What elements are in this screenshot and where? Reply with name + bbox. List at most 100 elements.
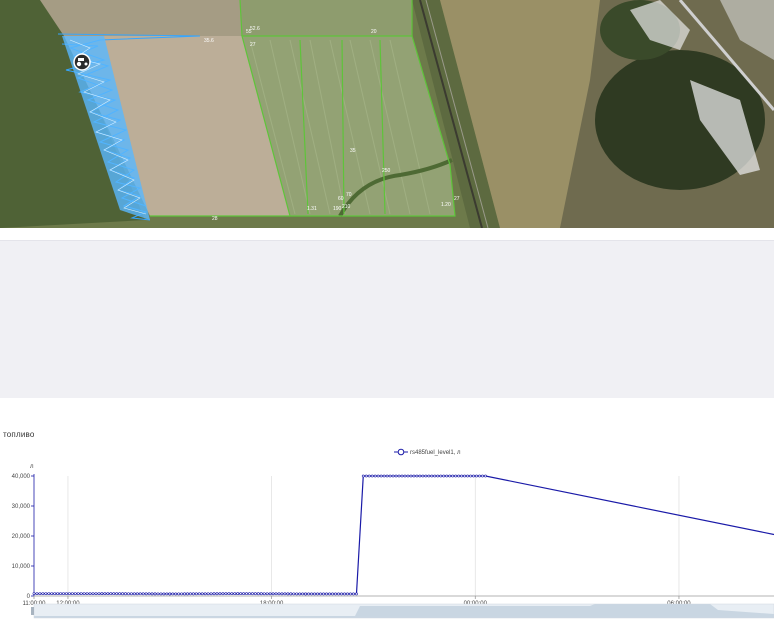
data-point[interactable] — [65, 592, 68, 596]
data-point[interactable] — [194, 592, 198, 596]
data-point[interactable] — [82, 592, 86, 596]
data-point[interactable] — [469, 474, 472, 478]
data-point[interactable] — [94, 592, 98, 596]
data-point[interactable] — [56, 592, 60, 596]
data-point[interactable] — [180, 592, 183, 596]
data-point[interactable] — [162, 592, 166, 596]
data-point[interactable] — [322, 592, 325, 596]
data-point[interactable] — [334, 592, 337, 596]
data-point[interactable] — [109, 592, 113, 596]
data-point[interactable] — [457, 474, 461, 478]
data-point[interactable] — [183, 592, 186, 596]
data-point[interactable] — [227, 592, 231, 596]
data-point[interactable] — [430, 474, 434, 478]
data-point[interactable] — [197, 592, 201, 596]
data-point[interactable] — [203, 592, 207, 596]
data-point[interactable] — [394, 474, 398, 478]
data-point[interactable] — [106, 592, 110, 596]
data-point[interactable] — [382, 474, 386, 478]
data-point[interactable] — [460, 474, 464, 478]
data-point[interactable] — [463, 474, 467, 478]
data-point[interactable] — [283, 592, 287, 596]
data-point[interactable] — [328, 592, 331, 596]
data-point[interactable] — [68, 592, 71, 596]
data-point[interactable] — [230, 592, 234, 596]
data-point[interactable] — [100, 592, 104, 596]
data-point[interactable] — [370, 474, 374, 478]
fuel-level-line[interactable] — [34, 475, 774, 595]
data-point[interactable] — [121, 592, 124, 596]
data-point[interactable] — [379, 474, 383, 478]
data-point[interactable] — [295, 592, 299, 596]
data-point[interactable] — [53, 592, 57, 596]
data-point[interactable] — [472, 474, 475, 478]
data-point[interactable] — [418, 474, 422, 478]
data-point[interactable] — [242, 592, 245, 596]
data-point[interactable] — [251, 592, 254, 596]
data-point[interactable] — [159, 592, 163, 596]
data-point[interactable] — [73, 592, 77, 596]
data-point[interactable] — [50, 592, 54, 596]
data-point[interactable] — [388, 474, 392, 478]
data-point[interactable] — [44, 592, 48, 596]
data-point[interactable] — [41, 592, 45, 596]
data-point[interactable] — [343, 592, 346, 596]
data-point[interactable] — [304, 592, 307, 596]
data-point[interactable] — [376, 474, 380, 478]
data-point[interactable] — [224, 592, 228, 596]
data-point[interactable] — [62, 592, 65, 596]
data-point[interactable] — [130, 592, 133, 596]
data-point[interactable] — [397, 474, 401, 478]
data-point[interactable] — [403, 474, 407, 478]
data-point[interactable] — [346, 592, 349, 596]
data-point[interactable] — [259, 592, 263, 596]
data-point[interactable] — [174, 592, 178, 596]
data-point[interactable] — [313, 592, 316, 596]
data-point[interactable] — [475, 474, 478, 478]
data-point[interactable] — [156, 592, 160, 596]
data-point[interactable] — [385, 474, 389, 478]
data-point[interactable] — [361, 474, 365, 478]
data-point[interactable] — [88, 592, 92, 596]
data-point[interactable] — [265, 592, 269, 596]
data-point[interactable] — [91, 592, 95, 596]
data-point[interactable] — [451, 474, 455, 478]
data-point[interactable] — [32, 592, 36, 596]
data-point[interactable] — [165, 592, 169, 596]
data-point[interactable] — [218, 592, 222, 596]
data-point[interactable] — [349, 592, 352, 596]
data-point[interactable] — [448, 474, 452, 478]
data-point[interactable] — [415, 474, 419, 478]
data-point[interactable] — [367, 474, 371, 478]
data-point[interactable] — [115, 592, 119, 596]
data-point[interactable] — [212, 592, 216, 596]
data-point[interactable] — [112, 592, 116, 596]
data-point[interactable] — [331, 592, 334, 596]
data-point[interactable] — [421, 474, 425, 478]
data-point[interactable] — [245, 592, 248, 596]
data-point[interactable] — [171, 592, 175, 596]
data-point[interactable] — [340, 592, 343, 596]
data-point[interactable] — [141, 592, 145, 596]
data-point[interactable] — [144, 592, 148, 596]
data-point[interactable] — [103, 592, 107, 596]
data-point[interactable] — [253, 592, 257, 596]
data-point[interactable] — [186, 592, 189, 596]
data-point[interactable] — [262, 592, 266, 596]
data-point[interactable] — [292, 592, 296, 596]
navigator-handle-left[interactable] — [31, 607, 34, 615]
data-point[interactable] — [239, 592, 243, 596]
data-point[interactable] — [454, 474, 458, 478]
data-point[interactable] — [85, 592, 89, 596]
data-point[interactable] — [352, 592, 355, 596]
data-point[interactable] — [76, 592, 80, 596]
data-point[interactable] — [47, 592, 51, 596]
data-point[interactable] — [481, 474, 484, 478]
data-point[interactable] — [427, 474, 431, 478]
data-point[interactable] — [484, 474, 487, 478]
data-point[interactable] — [138, 592, 142, 596]
data-point[interactable] — [466, 474, 469, 478]
data-point[interactable] — [286, 592, 290, 596]
data-point[interactable] — [236, 592, 240, 596]
tractor-marker[interactable] — [73, 53, 91, 71]
